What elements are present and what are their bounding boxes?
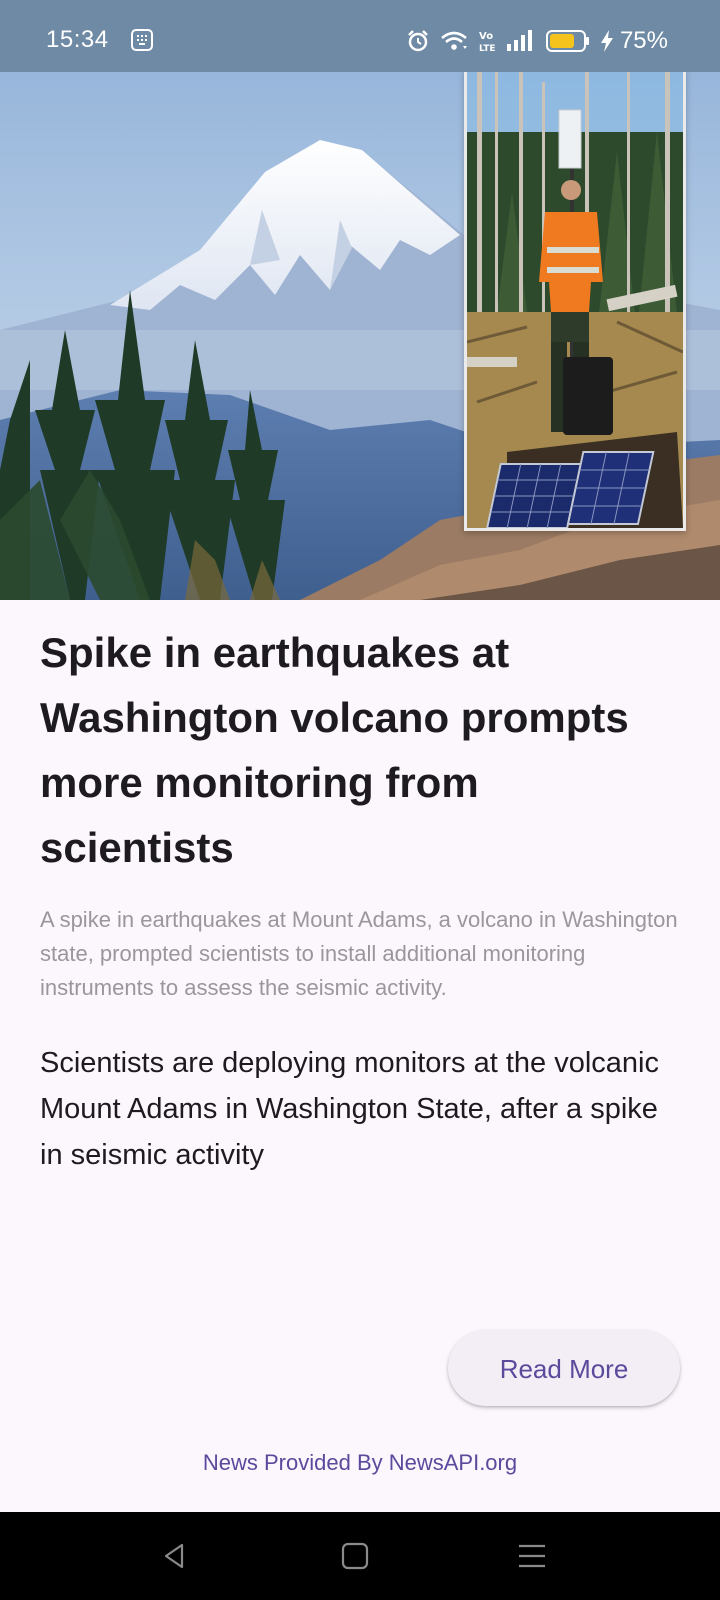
home-icon[interactable] xyxy=(339,1540,371,1572)
inset-photo xyxy=(464,69,686,531)
wifi-icon xyxy=(441,31,467,50)
volte-icon: Vo LTE xyxy=(479,31,496,54)
battery-percent: 75% xyxy=(619,27,668,54)
charging-icon xyxy=(600,30,613,52)
article-body: Scientists are deploying monitors at the… xyxy=(40,1047,659,1171)
article-title: Spike in earthquakes at Washington volca… xyxy=(40,629,629,871)
news-provider-credit: News Provided By NewsAPI.org xyxy=(202,1450,518,1475)
battery-icon xyxy=(545,30,589,52)
read-more-button[interactable]: Read More xyxy=(448,1330,680,1406)
alarm-icon xyxy=(408,30,428,52)
svg-text:Vo: Vo xyxy=(479,31,493,42)
keyboard-icon xyxy=(131,29,153,51)
menu-icon[interactable] xyxy=(516,1540,548,1572)
status-bar: 15:34 Vo LTE 75% xyxy=(0,0,720,72)
signal-icon xyxy=(506,30,532,51)
status-time: 15:34 xyxy=(46,26,109,53)
back-icon[interactable] xyxy=(160,1540,192,1572)
status-icons: Vo LTE 75% xyxy=(406,27,668,55)
system-navigation-bar xyxy=(0,1512,720,1600)
svg-text:LTE: LTE xyxy=(479,44,496,54)
article-description: A spike in earthquakes at Mount Adams, a… xyxy=(40,907,678,1000)
